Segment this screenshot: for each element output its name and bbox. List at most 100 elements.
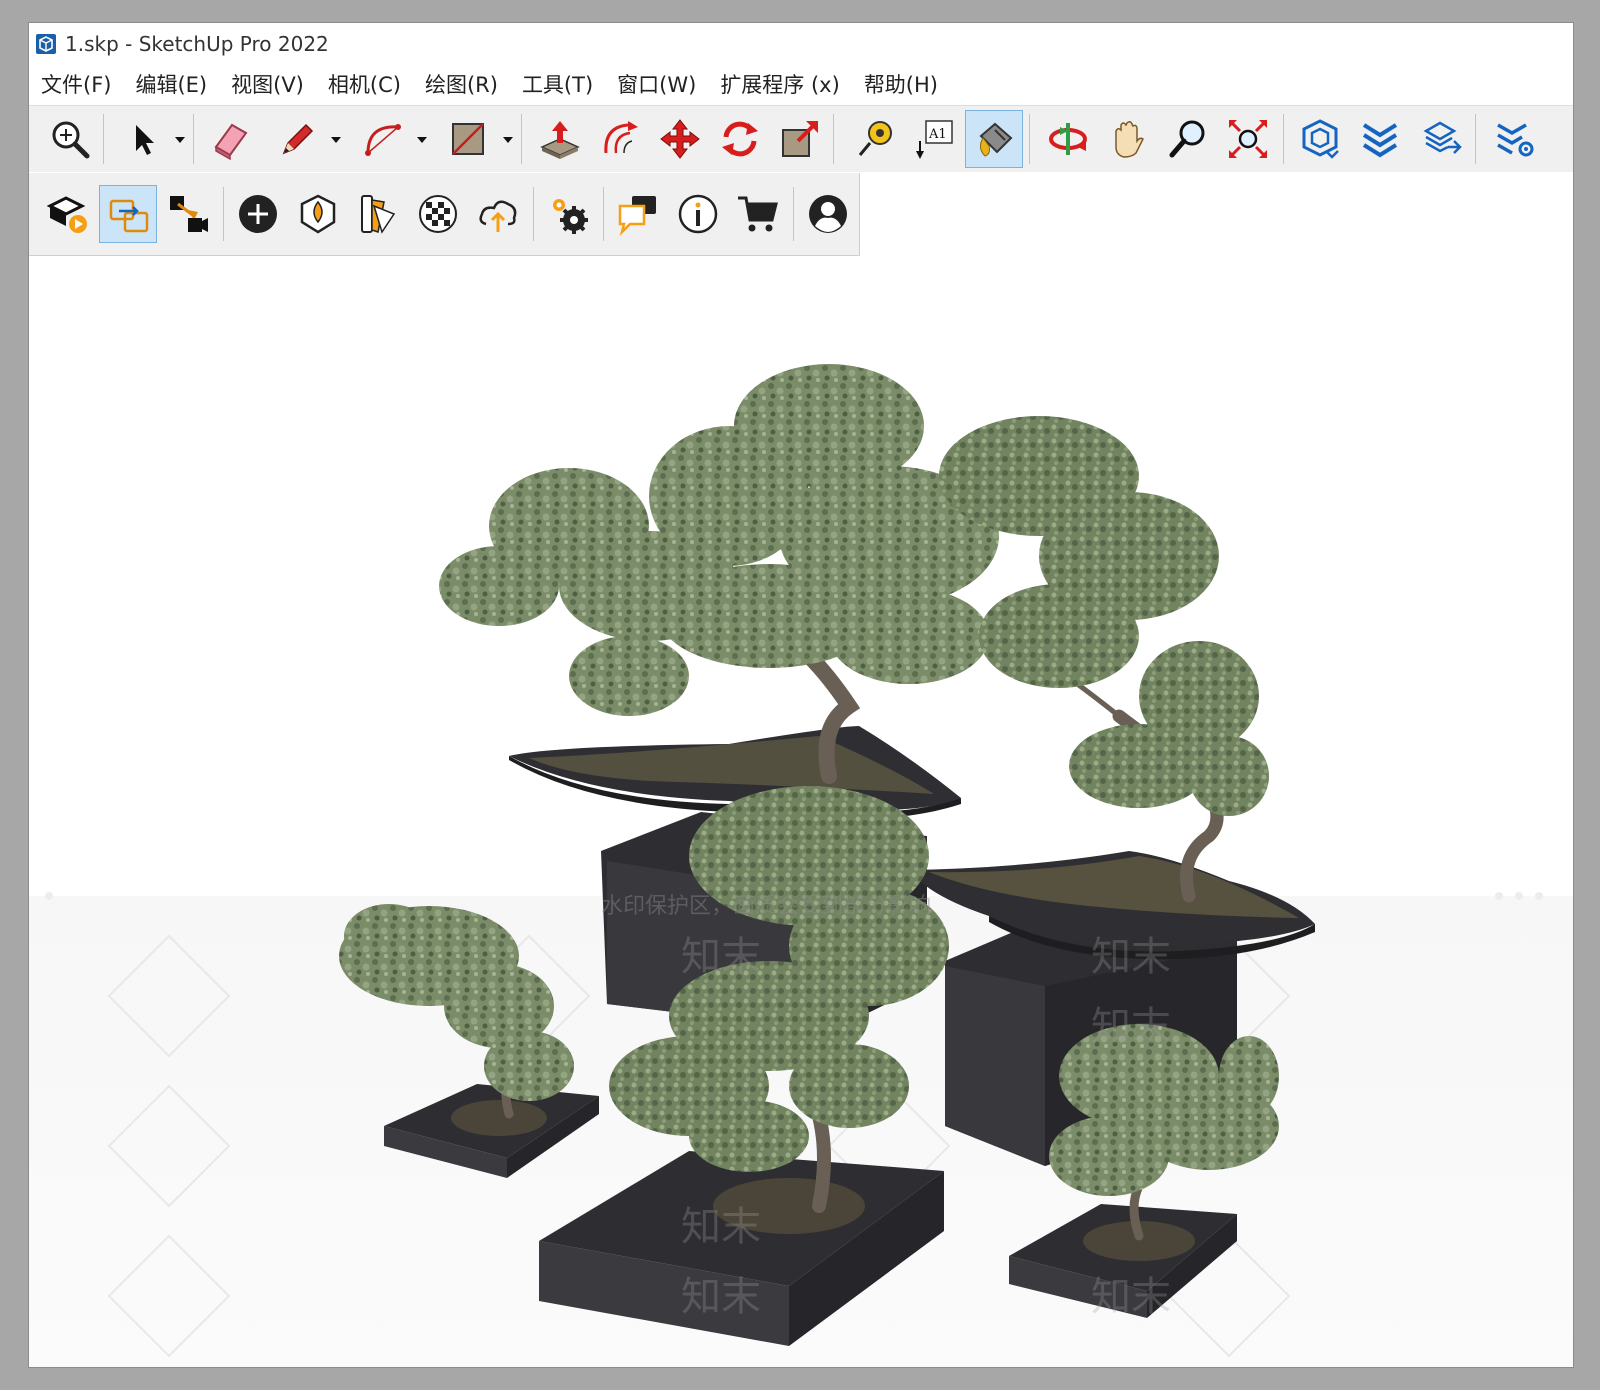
add-location-button[interactable]: [229, 185, 287, 243]
move-icon: [660, 119, 700, 159]
tape-measure-icon: [858, 121, 892, 156]
watermark-text: 知末: [1091, 1274, 1171, 1320]
offset-button[interactable]: [591, 110, 649, 168]
scenes-icon: [170, 196, 208, 232]
cart-button[interactable]: [729, 185, 787, 243]
paint-bucket-icon: [979, 122, 1013, 157]
layout-send-icon: [1423, 121, 1462, 154]
extension-manager-icon: [1497, 123, 1534, 157]
menu-camera[interactable]: 相机(C): [316, 69, 413, 99]
cloud-upload-icon: [479, 200, 517, 232]
account-icon: [809, 195, 847, 233]
preferences-button[interactable]: [539, 185, 597, 243]
offset-icon: [604, 121, 638, 154]
arc-dropdown-chevron-icon[interactable]: [415, 130, 429, 150]
orbit-icon: [1049, 123, 1087, 155]
pan-hand-icon: [1115, 120, 1144, 158]
rectangle-dropdown-chevron-icon[interactable]: [501, 130, 515, 150]
menu-view[interactable]: 视图(V): [219, 69, 316, 99]
zoom-extents-button[interactable]: [41, 110, 99, 168]
window-title: 1.skp - SketchUp Pro 2022: [65, 32, 329, 56]
push-pull-icon: [540, 121, 580, 159]
sketchup-window: 1.skp - SketchUp Pro 2022 文件(F) 编辑(E) 视图…: [28, 22, 1574, 1368]
chat-button[interactable]: [609, 185, 667, 243]
add-location-icon: [239, 195, 277, 233]
watermark-text: 知末: [681, 1274, 761, 1320]
rotate-icon: [722, 121, 758, 157]
rectangle-icon: [452, 123, 484, 155]
pencil-line-icon: [282, 123, 314, 155]
arc-button[interactable]: [353, 110, 411, 168]
model-viewport[interactable]: 水印保护区，画质会受到部分影响 知末 知末 知末 知末 知末 知末: [29, 256, 1573, 1367]
rotate-button[interactable]: [711, 110, 769, 168]
menu-bar: 文件(F) 编辑(E) 视图(V) 相机(C) 绘图(R) 工具(T) 窗口(W…: [29, 65, 1573, 103]
info-icon: [678, 194, 718, 234]
menu-help[interactable]: 帮助(H): [852, 69, 950, 99]
extension-manager-button[interactable]: [1485, 110, 1543, 168]
styles-icon: [361, 195, 396, 234]
scenes-button[interactable]: [159, 185, 217, 243]
scale-icon: [782, 121, 818, 157]
extension-warehouse-icon: [1362, 123, 1398, 158]
watermark-notice: 水印保护区，画质会受到部分影响: [601, 894, 932, 919]
menu-edit[interactable]: 编辑(E): [123, 69, 219, 99]
info-button[interactable]: [669, 185, 727, 243]
checker-material-icon: [419, 195, 457, 233]
gear-icon: [553, 199, 588, 234]
account-button[interactable]: [799, 185, 857, 243]
3d-warehouse-button[interactable]: [1291, 110, 1349, 168]
zoom-window-button[interactable]: [1219, 110, 1277, 168]
zoom-icon: [1169, 120, 1205, 158]
foliage-tree-1: [439, 364, 999, 716]
menu-tools[interactable]: 工具(T): [510, 69, 605, 99]
zoom-window-icon: [1228, 119, 1268, 159]
trimble-connect-button[interactable]: [39, 185, 97, 243]
move-button[interactable]: [651, 110, 709, 168]
text-icon: A1: [916, 120, 953, 159]
menu-window[interactable]: 窗口(W): [605, 69, 708, 99]
menu-extensions[interactable]: 扩展程序 (x): [708, 69, 852, 99]
scale-button[interactable]: [771, 110, 829, 168]
styles-button[interactable]: [349, 185, 407, 243]
orbit-button[interactable]: [1039, 110, 1097, 168]
select-button[interactable]: [113, 110, 171, 168]
foliage-tree-3: [339, 904, 574, 1101]
section-swap-icon: [109, 199, 149, 233]
eraser-button[interactable]: [201, 110, 259, 168]
small-planter-left: [384, 1084, 599, 1178]
model-info-icon: [300, 194, 336, 234]
line-button[interactable]: [267, 110, 325, 168]
arc-icon: [365, 124, 401, 156]
watermark-text: 知末: [1091, 1004, 1171, 1050]
zoom-extents-icon: [52, 121, 90, 159]
select-icon: [136, 125, 154, 155]
cloud-upload-button[interactable]: [469, 185, 527, 243]
chat-icon: [618, 196, 656, 236]
title-bar: 1.skp - SketchUp Pro 2022: [29, 23, 1573, 65]
tape-measure-button[interactable]: [845, 110, 903, 168]
watermark-text: 知末: [681, 934, 761, 980]
3d-warehouse-icon: [1302, 119, 1339, 159]
paint-bucket-button[interactable]: [965, 110, 1023, 168]
secondary-toolbar: [29, 173, 860, 256]
section-swap-button[interactable]: [99, 185, 157, 243]
extension-warehouse-button[interactable]: [1351, 110, 1409, 168]
rectangle-button[interactable]: [439, 110, 497, 168]
materials-button[interactable]: [409, 185, 467, 243]
text-button[interactable]: A1: [905, 110, 963, 168]
select-dropdown-chevron-icon[interactable]: [173, 130, 187, 150]
cart-icon: [738, 196, 778, 232]
primary-toolbar: A1: [29, 105, 1573, 172]
eraser-icon: [214, 123, 248, 161]
pan-button[interactable]: [1099, 110, 1157, 168]
bonsai-scene: [339, 364, 1315, 1346]
svg-text:A1: A1: [928, 127, 947, 142]
push-pull-button[interactable]: [531, 110, 589, 168]
menu-file[interactable]: 文件(F): [29, 69, 123, 99]
line-dropdown-chevron-icon[interactable]: [329, 130, 343, 150]
zoom-button[interactable]: [1159, 110, 1217, 168]
menu-draw[interactable]: 绘图(R): [413, 69, 510, 99]
foliage-tree-2: [939, 416, 1269, 816]
model-info-button[interactable]: [289, 185, 347, 243]
layout-send-button[interactable]: [1413, 110, 1471, 168]
